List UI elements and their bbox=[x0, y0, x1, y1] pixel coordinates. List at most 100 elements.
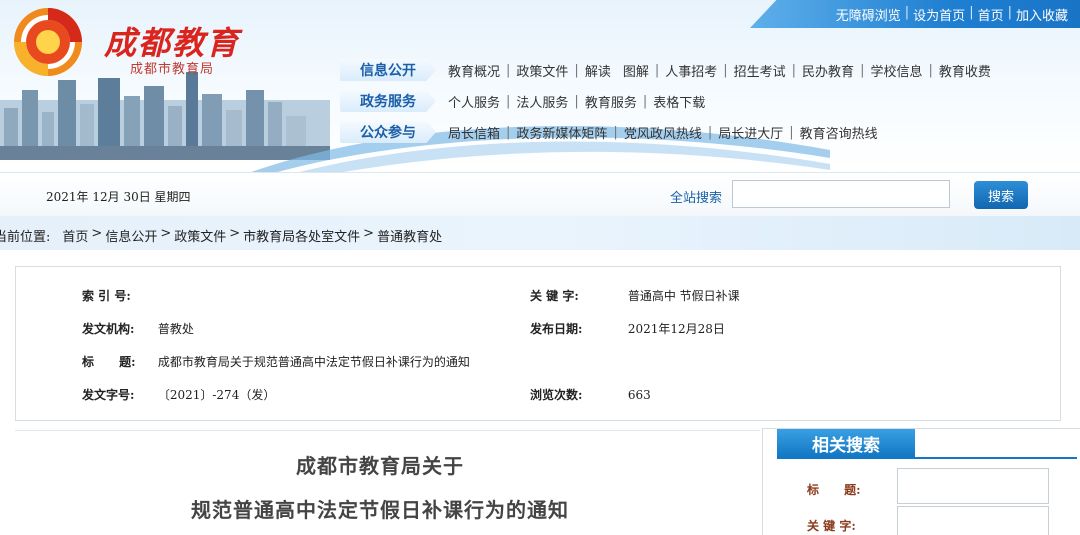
separator: | bbox=[789, 124, 794, 140]
separator: > bbox=[363, 226, 375, 241]
site-header: 成都教育 成都市教育局 无障碍浏览 | 设为首页 | 首页 | 加入收藏 信息公… bbox=[0, 0, 1080, 172]
nav-link[interactable]: 人事招考 bbox=[665, 61, 717, 80]
nav-link[interactable]: 局长信箱 bbox=[448, 123, 500, 142]
nav-tag-info-disclosure[interactable]: 信息公开 bbox=[340, 59, 436, 81]
nav-row-info: 信息公开 教育概况 | 政策文件 | 解读 图解 | 人事招考 | 招生考试 |… bbox=[340, 58, 991, 82]
breadcrumb: 当前位置: 首页 > 信息公开 > 政策文件 > 市教育局各处室文件 > 普通教… bbox=[0, 226, 442, 245]
separator: | bbox=[723, 62, 728, 78]
site-subtitle: 成都市教育局 bbox=[130, 62, 215, 77]
separator: | bbox=[613, 124, 618, 140]
nav-row-services: 政务服务 个人服务 | 法人服务 | 教育服务 | 表格下载 bbox=[340, 89, 705, 113]
meta-keywords: 关 键 字: 普通高中 节假日补课 bbox=[530, 287, 740, 304]
nav-links-services: 个人服务 | 法人服务 | 教育服务 | 表格下载 bbox=[448, 92, 705, 111]
site-search-input[interactable] bbox=[732, 180, 950, 208]
separator: | bbox=[1007, 5, 1012, 20]
nav-link[interactable]: 民办教育 bbox=[802, 61, 854, 80]
nav-link[interactable]: 教育收费 bbox=[939, 61, 991, 80]
nav-link[interactable]: 局长进大厅 bbox=[718, 123, 783, 142]
separator: > bbox=[91, 226, 103, 241]
nav-link[interactable]: 法人服务 bbox=[516, 92, 568, 111]
related-title-label: 标 题: bbox=[807, 483, 861, 497]
separator: | bbox=[574, 62, 579, 78]
document-meta-box: 索 引 号: 关 键 字: 普通高中 节假日补课 发文机构: 普教处 发布日期:… bbox=[15, 266, 1061, 421]
breadcrumb-label: 当前位置: bbox=[0, 230, 51, 245]
related-search-underline bbox=[777, 457, 1077, 459]
nav-row-public: 公众参与 局长信箱 | 政务新媒体矩阵 | 党风政风热线 | 局长进大厅 | 教… bbox=[340, 120, 878, 144]
nav-link[interactable]: 图解 bbox=[623, 61, 649, 80]
nav-link[interactable]: 个人服务 bbox=[448, 92, 500, 111]
related-search-sidebar: 相关搜索 标 题: 关 键 字: bbox=[762, 428, 1080, 535]
meta-index-label: 索 引 号: bbox=[82, 289, 131, 303]
nav-tag-government-services[interactable]: 政务服务 bbox=[340, 90, 436, 112]
top-links: 无障碍浏览 | 设为首页 | 首页 | 加入收藏 bbox=[836, 5, 1068, 24]
meta-keywords-label: 关 键 字: bbox=[530, 289, 579, 303]
article-title-line-2: 规范普通高中法定节假日补课行为的通知 bbox=[191, 498, 569, 522]
separator: | bbox=[506, 93, 511, 109]
related-search-heading: 相关搜索 bbox=[777, 429, 915, 457]
current-date: 2021年 12月 30日 星期四 bbox=[46, 190, 191, 204]
nav-links-info: 教育概况 | 政策文件 | 解读 图解 | 人事招考 | 招生考试 | 民办教育… bbox=[448, 61, 991, 80]
meta-docno: 发文字号: 〔2021〕-274（发） bbox=[82, 386, 275, 403]
meta-title-value: 成都市教育局关于规范普通高中法定节假日补课行为的通知 bbox=[157, 355, 470, 369]
separator: | bbox=[506, 62, 511, 78]
meta-title-label: 标 题: bbox=[82, 355, 136, 369]
separator: | bbox=[707, 124, 713, 140]
site-search-label: 全站搜索 bbox=[670, 191, 723, 206]
breadcrumb-item[interactable]: 首页 bbox=[62, 226, 88, 245]
meta-issuer-value: 普教处 bbox=[157, 322, 194, 336]
search-bar: 2021年 12月 30日 星期四 全站搜索 搜索 bbox=[0, 172, 1080, 216]
meta-date-label: 发布日期: bbox=[530, 322, 583, 336]
nav-link[interactable]: 学校信息 bbox=[870, 61, 922, 80]
meta-docno-label: 发文字号: bbox=[82, 388, 135, 402]
nav-tag-public-participation[interactable]: 公众参与 bbox=[340, 121, 436, 143]
breadcrumb-item[interactable]: 市教育局各处室文件 bbox=[243, 226, 360, 245]
nav-link[interactable]: 表格下载 bbox=[653, 92, 705, 111]
related-keywords-input[interactable] bbox=[897, 506, 1049, 535]
logo-icon[interactable] bbox=[12, 6, 84, 78]
meta-index: 索 引 号: bbox=[82, 287, 135, 304]
separator: | bbox=[904, 5, 910, 20]
set-homepage-link[interactable]: 设为首页 bbox=[913, 5, 965, 24]
nav-link[interactable]: 教育概况 bbox=[448, 61, 500, 80]
nav-link[interactable]: 招生考试 bbox=[734, 61, 786, 80]
nav-link[interactable]: 教育服务 bbox=[585, 92, 637, 111]
separator: | bbox=[642, 93, 648, 109]
related-keywords-label: 关 键 字: bbox=[807, 519, 856, 533]
add-favorite-link[interactable]: 加入收藏 bbox=[1016, 5, 1068, 24]
separator: | bbox=[654, 62, 660, 78]
separator: | bbox=[574, 93, 579, 109]
article-divider bbox=[15, 430, 760, 431]
search-button[interactable]: 搜索 bbox=[974, 181, 1028, 209]
nav-link[interactable]: 党风政风热线 bbox=[624, 123, 702, 142]
related-title-input[interactable] bbox=[897, 468, 1049, 504]
nav-link[interactable]: 教育咨询热线 bbox=[800, 123, 878, 142]
meta-views-label: 浏览次数: bbox=[530, 388, 583, 402]
breadcrumb-item[interactable]: 普通教育处 bbox=[377, 226, 442, 245]
nav-link[interactable]: 政务新媒体矩阵 bbox=[516, 123, 607, 142]
accessibility-link[interactable]: 无障碍浏览 bbox=[836, 5, 901, 24]
breadcrumb-bar: 当前位置: 首页 > 信息公开 > 政策文件 > 市教育局各处室文件 > 普通教… bbox=[0, 216, 1080, 250]
meta-issuer: 发文机构: 普教处 bbox=[82, 320, 194, 337]
meta-date-value: 2021年12月28日 bbox=[627, 322, 725, 336]
meta-views: 浏览次数: 663 bbox=[530, 386, 651, 403]
separator: | bbox=[791, 62, 797, 78]
meta-keywords-value: 普通高中 节假日补课 bbox=[627, 289, 740, 303]
separator: | bbox=[969, 5, 974, 20]
meta-views-value: 663 bbox=[627, 388, 651, 402]
article-title-line-1: 成都市教育局关于 bbox=[296, 454, 464, 478]
nav-links-public: 局长信箱 | 政务新媒体矩阵 | 党风政风热线 | 局长进大厅 | 教育咨询热线 bbox=[448, 123, 878, 142]
separator: > bbox=[160, 226, 172, 241]
meta-docno-value: 〔2021〕-274（发） bbox=[157, 388, 276, 402]
meta-issuer-label: 发文机构: bbox=[82, 322, 135, 336]
meta-title: 标 题: 成都市教育局关于规范普通高中法定节假日补课行为的通知 bbox=[82, 353, 470, 370]
nav-link[interactable]: 解读 bbox=[585, 61, 611, 80]
breadcrumb-item[interactable]: 信息公开 bbox=[105, 226, 157, 245]
separator: | bbox=[860, 62, 865, 78]
separator: | bbox=[506, 124, 511, 140]
separator: | bbox=[928, 62, 933, 78]
home-link[interactable]: 首页 bbox=[978, 5, 1004, 24]
separator: > bbox=[229, 226, 241, 241]
meta-date: 发布日期: 2021年12月28日 bbox=[530, 320, 725, 337]
nav-link[interactable]: 政策文件 bbox=[516, 61, 568, 80]
breadcrumb-item[interactable]: 政策文件 bbox=[174, 226, 226, 245]
